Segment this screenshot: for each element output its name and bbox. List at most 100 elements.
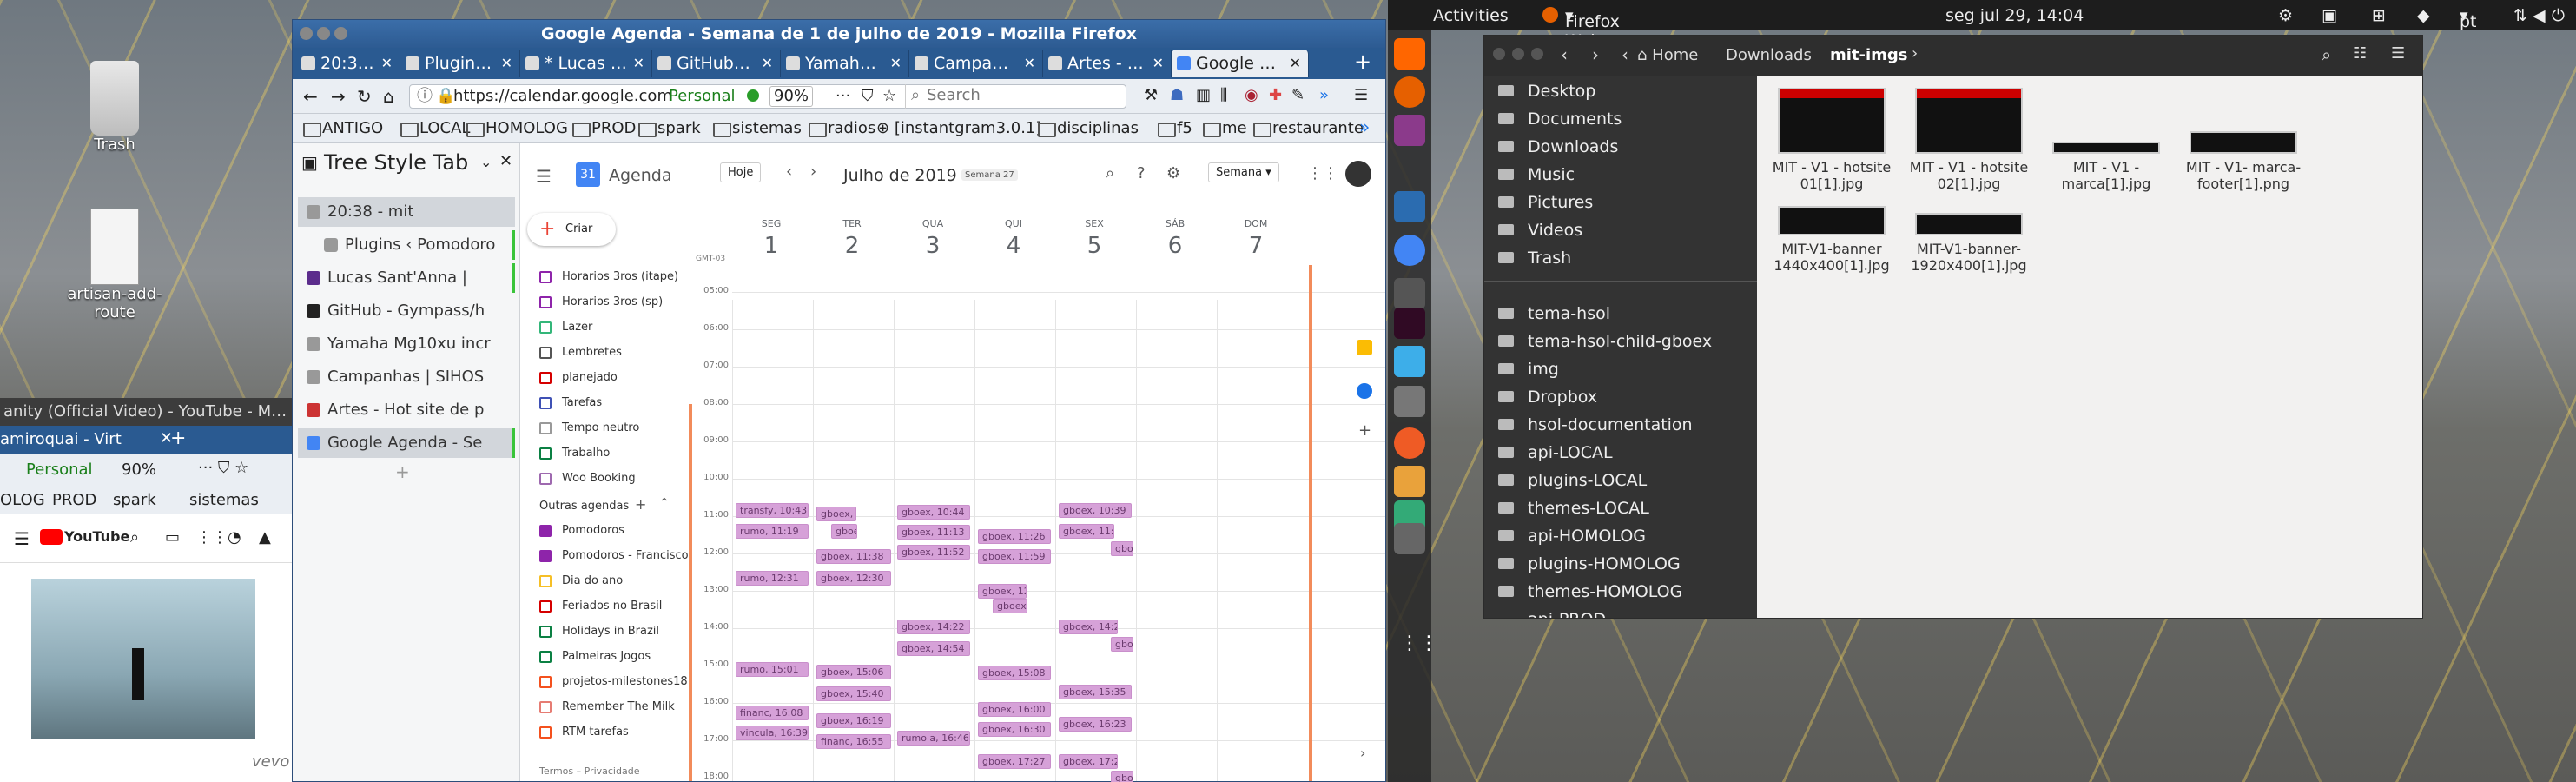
calendar-event[interactable]: gboex xyxy=(1111,637,1133,652)
day-header[interactable]: QUI 4 xyxy=(974,218,1053,259)
calendar-event[interactable]: gboex, 11:38 xyxy=(816,549,891,564)
bookmark-link[interactable]: ⊕ [instantgram3.0.1] xyxy=(876,118,1041,139)
forward-icon[interactable]: → xyxy=(331,86,346,107)
close-tab-icon[interactable]: ✕ xyxy=(762,50,773,77)
calendar-event[interactable]: gboex, 15:40 xyxy=(816,686,891,701)
app-icon[interactable] xyxy=(1394,466,1425,497)
calendar-item[interactable]: Holidays in Brazil xyxy=(539,623,659,640)
close-tab-icon[interactable]: ✕ xyxy=(1153,50,1164,77)
calendar-event[interactable]: gboex, 10:44 xyxy=(897,505,970,520)
calendar-item[interactable]: Horarios 3ros (sp) xyxy=(539,294,663,311)
path-left-icon[interactable]: ‹ xyxy=(1622,44,1628,65)
tab-youtube[interactable]: amiroquai - Virt xyxy=(0,427,156,452)
tab-artes[interactable]: Artes - Ho ✕ xyxy=(1043,50,1172,77)
checkbox[interactable] xyxy=(539,473,552,485)
calendar-event[interactable]: gboex, 16:19 xyxy=(816,713,891,728)
sidebar-tab-google-agenda[interactable]: Google Agenda - Se xyxy=(298,428,515,458)
checkbox[interactable] xyxy=(539,701,552,713)
tab-lucas[interactable]: * Lucas Sant✕ xyxy=(520,50,652,77)
calendar-event[interactable]: gboex, 15:35 xyxy=(1059,685,1132,699)
search-icon[interactable]: ⌕ xyxy=(1106,164,1114,182)
home-icon[interactable]: ⌂ xyxy=(383,86,394,107)
help-icon[interactable]: ? xyxy=(1137,164,1146,182)
avatar[interactable] xyxy=(1345,161,1371,187)
day-header[interactable]: SEX 5 xyxy=(1055,218,1133,259)
calendar-item[interactable]: Remember The Milk xyxy=(539,699,675,716)
zoom-level[interactable]: 90% xyxy=(122,461,156,479)
forward-icon[interactable]: › xyxy=(1592,44,1599,65)
bookmark-folder[interactable]: LOCAL xyxy=(400,118,470,139)
dbeaver-icon[interactable] xyxy=(1394,346,1425,377)
network-icon[interactable]: ⇅ xyxy=(2513,6,2527,25)
calendar-item[interactable]: projetos-milestones18 xyxy=(539,673,688,691)
bookmark-folder[interactable]: restaurante xyxy=(1253,118,1364,139)
close-tab-icon[interactable]: ✕ xyxy=(890,50,902,77)
today-button[interactable]: Hoje xyxy=(720,162,762,182)
language-indicator[interactable]: pt ▾ xyxy=(2460,6,2477,31)
bookmark-star-icon[interactable]: ☆ xyxy=(882,85,896,108)
extension-icon[interactable]: ☗ xyxy=(1170,86,1184,104)
place-item[interactable]: Trash xyxy=(1497,244,1571,272)
calendar-event[interactable]: gboex, 11:13 xyxy=(897,525,970,540)
day-header[interactable]: SÁB 6 xyxy=(1136,218,1214,259)
library-icon[interactable]: ⫼ xyxy=(1220,86,1227,104)
show-apps-icon[interactable]: ⋮⋮ xyxy=(1400,633,1438,654)
checkbox[interactable] xyxy=(539,321,552,334)
calendar-event[interactable]: gboex xyxy=(831,524,857,539)
calendar-event[interactable]: gboex, 15:08 xyxy=(978,666,1051,680)
bookmark-folder[interactable]: ANTIGO xyxy=(303,118,383,139)
url-bar[interactable]: ⓘ 🔒 https://calendar.google.com Personal… xyxy=(409,84,1126,109)
keep-icon[interactable] xyxy=(1357,340,1372,355)
sidebar-toggle-icon[interactable]: ▥ xyxy=(1196,86,1211,104)
file-item[interactable]: MIT - V1 - marca[1].jpg xyxy=(2038,88,2174,192)
calendar-item[interactable]: Tempo neutro xyxy=(539,420,639,437)
calendar-event[interactable]: gboex, 15:06 xyxy=(816,665,891,679)
video-player[interactable] xyxy=(31,579,255,739)
calendar-item[interactable]: RTM tarefas xyxy=(539,724,629,741)
place-item[interactable]: Documents xyxy=(1497,105,1622,133)
apps-icon[interactable]: ⋮⋮ xyxy=(196,528,228,547)
tab-campanha[interactable]: Campanha ✕ xyxy=(909,50,1043,77)
calendar-event[interactable]: gboex, 17:27 xyxy=(978,754,1051,769)
app-menu[interactable]: Firefox Web Browser ▾ xyxy=(1565,6,1632,70)
file-item[interactable]: MIT - V1 - hotsite 02[1].jpg xyxy=(1901,88,2037,192)
day-header[interactable]: DOM 7 xyxy=(1217,218,1295,259)
firefox-icon[interactable] xyxy=(1394,76,1425,108)
files-window[interactable]: ‹ › ‹ ⌂ Home Downloads mit-imgs › ⌕ ☷ ☰ … xyxy=(1483,35,2423,619)
tab-plugins[interactable]: Plugins ‹ P✕ xyxy=(400,50,520,77)
calendar-event[interactable]: gboex, 12:5 xyxy=(978,584,1027,599)
new-tab-icon[interactable]: + xyxy=(170,427,186,449)
chat-icon[interactable]: ▣ xyxy=(2322,6,2337,25)
search-icon[interactable]: ⌕ xyxy=(2322,44,2331,65)
menu-icon[interactable]: ☰ xyxy=(1354,86,1368,104)
calendar-event[interactable]: gboex, 17:2 xyxy=(1059,754,1118,769)
power-icon[interactable]: ⏻ xyxy=(2552,6,2565,25)
calendar-event[interactable]: gboex, 14:54 xyxy=(897,641,970,656)
calendar-event[interactable]: gboex, 16:00 xyxy=(978,702,1051,717)
checkbox[interactable] xyxy=(539,372,552,384)
bookmark-folder[interactable]: HOMOLOG xyxy=(466,118,568,139)
vscode-icon[interactable] xyxy=(1394,191,1425,222)
firefox-window[interactable]: Google Agenda - Semana de 1 de julho de … xyxy=(292,19,1386,782)
calendar-event[interactable]: financ, 16:55 xyxy=(816,734,891,749)
close-sidebar-icon[interactable]: ✕ xyxy=(499,152,512,170)
calendar-event[interactable]: financ, 16:08 xyxy=(736,706,809,720)
tasks-icon[interactable] xyxy=(1357,383,1372,399)
close-tab-icon[interactable]: ✕ xyxy=(1024,50,1035,77)
calendar-item[interactable]: Woo Booking xyxy=(539,470,636,487)
create-button[interactable]: + Criar xyxy=(527,213,616,246)
bookmark-folder[interactable]: disciplinas xyxy=(1038,118,1139,139)
chrome-icon[interactable] xyxy=(1394,235,1425,266)
calendar-item[interactable]: Trabalho xyxy=(539,445,610,462)
day-header[interactable]: TER 2 xyxy=(813,218,891,259)
calendar-event[interactable]: gboex, 16:30 xyxy=(978,722,1051,737)
bookmark-folder[interactable]: me xyxy=(1203,118,1247,139)
dropbox-icon[interactable]: ◆ xyxy=(2417,6,2430,25)
close-tab-icon[interactable]: ✕ xyxy=(381,50,393,77)
calendar-event[interactable]: gboex, 11:1 xyxy=(1059,524,1114,539)
calendar-item[interactable]: planejado xyxy=(539,369,618,387)
sidebar-tab-lucas[interactable]: Lucas Sant'Anna | xyxy=(298,263,515,293)
bookmark-folder[interactable]: radios xyxy=(809,118,875,139)
clock[interactable]: seg jul 29, 14:04 xyxy=(1945,6,2084,25)
menu-icon[interactable]: ☰ xyxy=(536,166,552,187)
